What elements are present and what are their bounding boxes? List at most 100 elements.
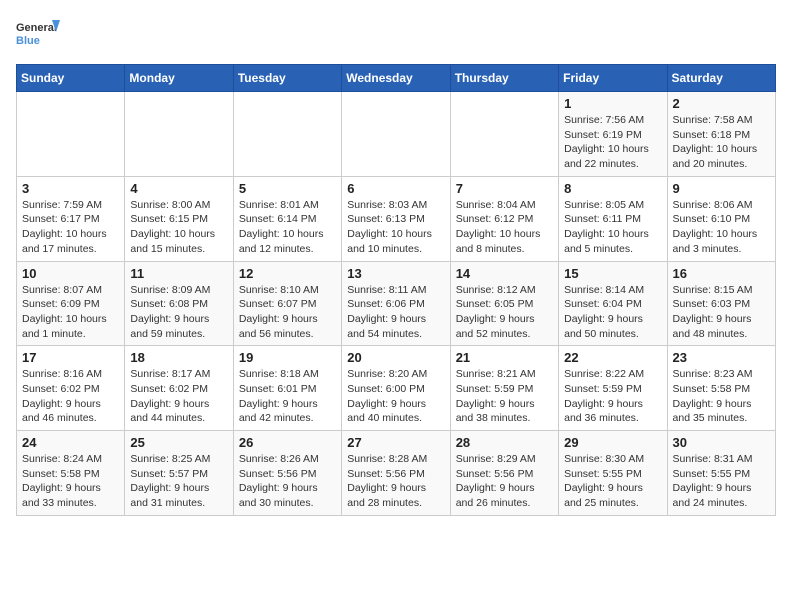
day-info: Sunrise: 7:56 AM Sunset: 6:19 PM Dayligh… bbox=[564, 113, 661, 172]
day-info: Sunrise: 8:00 AM Sunset: 6:15 PM Dayligh… bbox=[130, 198, 227, 257]
day-number: 10 bbox=[22, 266, 119, 281]
calendar-cell: 7Sunrise: 8:04 AM Sunset: 6:12 PM Daylig… bbox=[450, 176, 558, 261]
calendar-week-5: 24 Sunrise: 8:24 AM Sunset: 5:58 PM Dayli… bbox=[17, 431, 776, 516]
calendar-cell bbox=[233, 92, 341, 177]
day-number: 9 bbox=[673, 181, 770, 196]
calendar-cell: 16 Sunrise: 8:15 AM Sunset: 6:03 PM Dayli… bbox=[667, 261, 775, 346]
calendar-cell bbox=[342, 92, 450, 177]
day-info: Sunrise: 8:06 AM Sunset: 6:10 PM Dayligh… bbox=[673, 198, 770, 257]
day-info: Sunrise: 8:29 AM Sunset: 5:56 PM Dayligh… bbox=[456, 452, 553, 511]
svg-text:Blue: Blue bbox=[16, 35, 40, 47]
logo-svg: General Blue bbox=[16, 16, 60, 56]
day-info: Sunrise: 8:24 AM Sunset: 5:58 PM Dayligh… bbox=[22, 452, 119, 511]
calendar-week-1: 1 Sunrise: 7:56 AM Sunset: 6:19 PM Daylig… bbox=[17, 92, 776, 177]
day-info: Sunrise: 8:07 AM Sunset: 6:09 PM Dayligh… bbox=[22, 283, 119, 342]
day-info: Sunrise: 8:05 AM Sunset: 6:11 PM Dayligh… bbox=[564, 198, 661, 257]
calendar-cell: 20 Sunrise: 8:20 AM Sunset: 6:00 PM Dayli… bbox=[342, 346, 450, 431]
day-number: 21 bbox=[456, 350, 553, 365]
day-info: Sunrise: 8:01 AM Sunset: 6:14 PM Dayligh… bbox=[239, 198, 336, 257]
day-info: Sunrise: 7:58 AM Sunset: 6:18 PM Dayligh… bbox=[673, 113, 770, 172]
day-number: 24 bbox=[22, 435, 119, 450]
day-info: Sunrise: 8:21 AM Sunset: 5:59 PM Dayligh… bbox=[456, 367, 553, 426]
calendar-cell: 12Sunrise: 8:10 AM Sunset: 6:07 PM Dayli… bbox=[233, 261, 341, 346]
day-number: 15 bbox=[564, 266, 661, 281]
svg-text:General: General bbox=[16, 22, 57, 34]
calendar-cell: 1 Sunrise: 7:56 AM Sunset: 6:19 PM Daylig… bbox=[559, 92, 667, 177]
calendar-cell: 8 Sunrise: 8:05 AM Sunset: 6:11 PM Daylig… bbox=[559, 176, 667, 261]
day-info: Sunrise: 8:28 AM Sunset: 5:56 PM Dayligh… bbox=[347, 452, 444, 511]
day-number: 18 bbox=[130, 350, 227, 365]
calendar-cell: 3Sunrise: 7:59 AM Sunset: 6:17 PM Daylig… bbox=[17, 176, 125, 261]
calendar-cell: 28 Sunrise: 8:29 AM Sunset: 5:56 PM Dayli… bbox=[450, 431, 558, 516]
weekday-header-sunday: Sunday bbox=[17, 65, 125, 92]
calendar-table: SundayMondayTuesdayWednesdayThursdayFrid… bbox=[16, 64, 776, 516]
calendar-cell: 27 Sunrise: 8:28 AM Sunset: 5:56 PM Dayli… bbox=[342, 431, 450, 516]
calendar-cell: 17 Sunrise: 8:16 AM Sunset: 6:02 PM Dayli… bbox=[17, 346, 125, 431]
day-number: 11 bbox=[130, 266, 227, 281]
day-info: Sunrise: 8:14 AM Sunset: 6:04 PM Dayligh… bbox=[564, 283, 661, 342]
calendar-cell: 23 Sunrise: 8:23 AM Sunset: 5:58 PM Dayli… bbox=[667, 346, 775, 431]
calendar-cell: 9 Sunrise: 8:06 AM Sunset: 6:10 PM Daylig… bbox=[667, 176, 775, 261]
calendar-cell: 15 Sunrise: 8:14 AM Sunset: 6:04 PM Dayli… bbox=[559, 261, 667, 346]
day-info: Sunrise: 7:59 AM Sunset: 6:17 PM Dayligh… bbox=[22, 198, 119, 257]
day-number: 29 bbox=[564, 435, 661, 450]
day-number: 27 bbox=[347, 435, 444, 450]
day-number: 23 bbox=[673, 350, 770, 365]
calendar-cell: 5Sunrise: 8:01 AM Sunset: 6:14 PM Daylig… bbox=[233, 176, 341, 261]
calendar-cell bbox=[125, 92, 233, 177]
day-number: 4 bbox=[130, 181, 227, 196]
calendar-cell: 25 Sunrise: 8:25 AM Sunset: 5:57 PM Dayli… bbox=[125, 431, 233, 516]
day-info: Sunrise: 8:09 AM Sunset: 6:08 PM Dayligh… bbox=[130, 283, 227, 342]
day-info: Sunrise: 8:15 AM Sunset: 6:03 PM Dayligh… bbox=[673, 283, 770, 342]
calendar-cell: 29 Sunrise: 8:30 AM Sunset: 5:55 PM Dayli… bbox=[559, 431, 667, 516]
day-info: Sunrise: 8:10 AM Sunset: 6:07 PM Dayligh… bbox=[239, 283, 336, 342]
day-number: 26 bbox=[239, 435, 336, 450]
day-number: 16 bbox=[673, 266, 770, 281]
calendar-cell: 6 Sunrise: 8:03 AM Sunset: 6:13 PM Daylig… bbox=[342, 176, 450, 261]
day-number: 2 bbox=[673, 96, 770, 111]
calendar-header-row: SundayMondayTuesdayWednesdayThursdayFrid… bbox=[17, 65, 776, 92]
day-info: Sunrise: 8:26 AM Sunset: 5:56 PM Dayligh… bbox=[239, 452, 336, 511]
calendar-cell bbox=[17, 92, 125, 177]
day-number: 28 bbox=[456, 435, 553, 450]
day-info: Sunrise: 8:20 AM Sunset: 6:00 PM Dayligh… bbox=[347, 367, 444, 426]
day-info: Sunrise: 8:22 AM Sunset: 5:59 PM Dayligh… bbox=[564, 367, 661, 426]
day-number: 14 bbox=[456, 266, 553, 281]
day-number: 30 bbox=[673, 435, 770, 450]
calendar-cell: 13Sunrise: 8:11 AM Sunset: 6:06 PM Dayli… bbox=[342, 261, 450, 346]
calendar-cell: 26 Sunrise: 8:26 AM Sunset: 5:56 PM Dayli… bbox=[233, 431, 341, 516]
weekday-header-friday: Friday bbox=[559, 65, 667, 92]
day-number: 19 bbox=[239, 350, 336, 365]
day-number: 17 bbox=[22, 350, 119, 365]
calendar-cell: 30 Sunrise: 8:31 AM Sunset: 5:55 PM Dayli… bbox=[667, 431, 775, 516]
day-info: Sunrise: 8:16 AM Sunset: 6:02 PM Dayligh… bbox=[22, 367, 119, 426]
day-info: Sunrise: 8:17 AM Sunset: 6:02 PM Dayligh… bbox=[130, 367, 227, 426]
day-number: 8 bbox=[564, 181, 661, 196]
day-number: 22 bbox=[564, 350, 661, 365]
calendar-cell: 24 Sunrise: 8:24 AM Sunset: 5:58 PM Dayli… bbox=[17, 431, 125, 516]
day-info: Sunrise: 8:12 AM Sunset: 6:05 PM Dayligh… bbox=[456, 283, 553, 342]
weekday-header-thursday: Thursday bbox=[450, 65, 558, 92]
weekday-header-wednesday: Wednesday bbox=[342, 65, 450, 92]
calendar-cell: 18 Sunrise: 8:17 AM Sunset: 6:02 PM Dayli… bbox=[125, 346, 233, 431]
day-info: Sunrise: 8:31 AM Sunset: 5:55 PM Dayligh… bbox=[673, 452, 770, 511]
day-number: 25 bbox=[130, 435, 227, 450]
day-info: Sunrise: 8:30 AM Sunset: 5:55 PM Dayligh… bbox=[564, 452, 661, 511]
calendar-cell: 19 Sunrise: 8:18 AM Sunset: 6:01 PM Dayli… bbox=[233, 346, 341, 431]
calendar-week-3: 10 Sunrise: 8:07 AM Sunset: 6:09 PM Dayli… bbox=[17, 261, 776, 346]
calendar-cell: 14 Sunrise: 8:12 AM Sunset: 6:05 PM Dayli… bbox=[450, 261, 558, 346]
page-header: General Blue bbox=[16, 16, 776, 56]
day-number: 6 bbox=[347, 181, 444, 196]
day-number: 7 bbox=[456, 181, 553, 196]
logo: General Blue bbox=[16, 16, 60, 56]
day-info: Sunrise: 8:23 AM Sunset: 5:58 PM Dayligh… bbox=[673, 367, 770, 426]
day-info: Sunrise: 8:25 AM Sunset: 5:57 PM Dayligh… bbox=[130, 452, 227, 511]
day-info: Sunrise: 8:18 AM Sunset: 6:01 PM Dayligh… bbox=[239, 367, 336, 426]
day-number: 1 bbox=[564, 96, 661, 111]
day-info: Sunrise: 8:03 AM Sunset: 6:13 PM Dayligh… bbox=[347, 198, 444, 257]
calendar-week-4: 17 Sunrise: 8:16 AM Sunset: 6:02 PM Dayli… bbox=[17, 346, 776, 431]
calendar-cell: 2 Sunrise: 7:58 AM Sunset: 6:18 PM Daylig… bbox=[667, 92, 775, 177]
day-number: 20 bbox=[347, 350, 444, 365]
calendar-week-2: 3Sunrise: 7:59 AM Sunset: 6:17 PM Daylig… bbox=[17, 176, 776, 261]
weekday-header-monday: Monday bbox=[125, 65, 233, 92]
